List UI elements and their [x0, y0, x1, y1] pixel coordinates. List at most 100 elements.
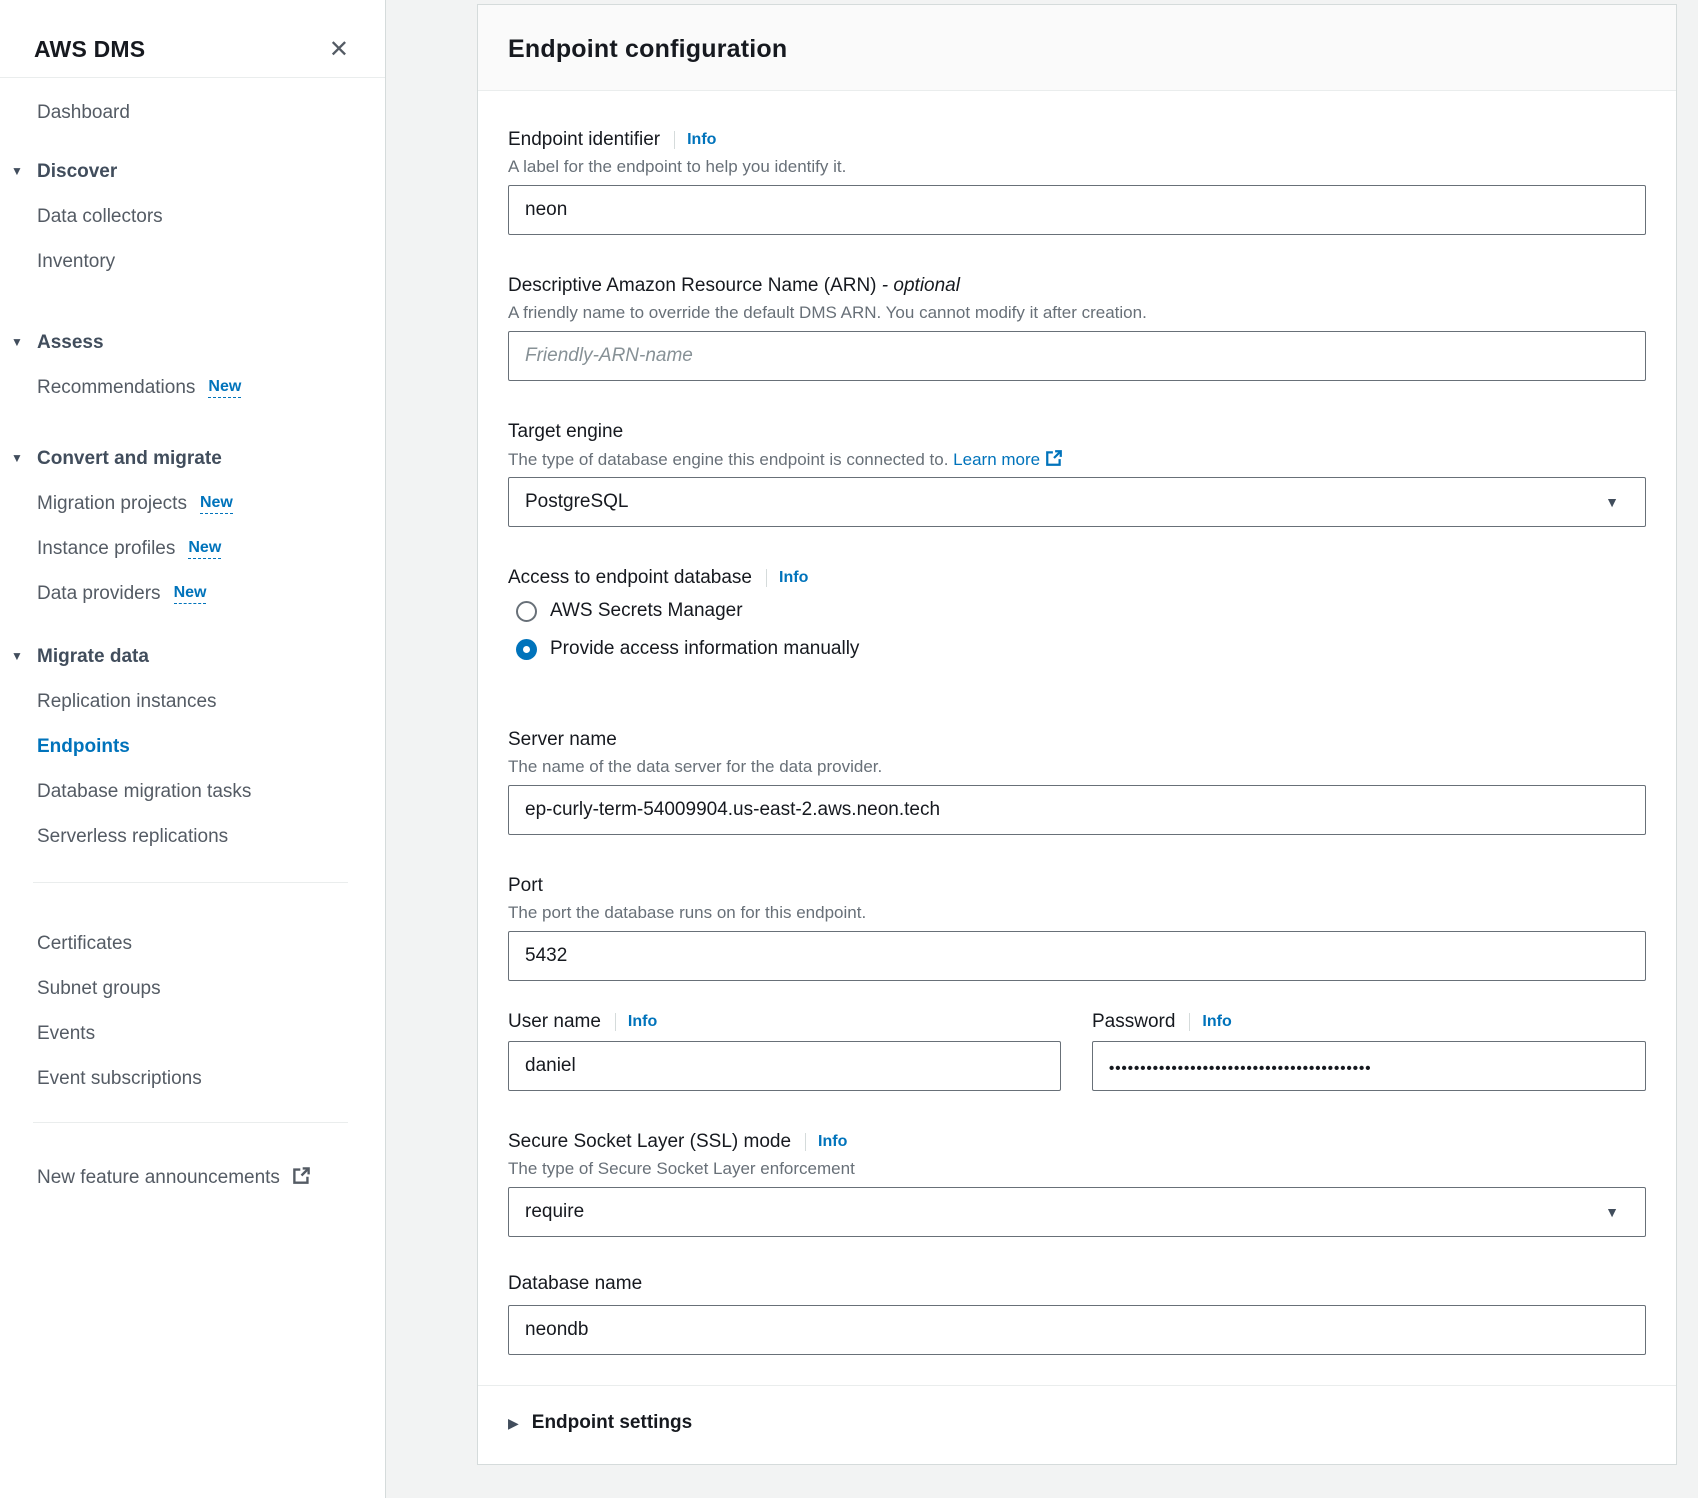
target-engine-label: Target engine [508, 421, 623, 443]
password-label: Password [1092, 1011, 1175, 1033]
target-engine-field: Target engine The type of database engin… [508, 419, 1646, 527]
port-help: The port the database runs on for this e… [508, 903, 1646, 925]
sidebar-item-inventory[interactable]: Inventory [37, 239, 365, 284]
ssl-mode-label: Secure Socket Layer (SSL) mode [508, 1131, 791, 1153]
sidebar-section-discover[interactable]: ▼ Discover [37, 149, 365, 194]
sidebar-section-convert-and-migrate[interactable]: ▼ Convert and migrate [37, 436, 365, 481]
chevron-down-icon: ▼ [11, 649, 37, 663]
server-name-label: Server name [508, 729, 617, 751]
endpoint-identifier-label: Endpoint identifier [508, 129, 660, 151]
sidebar-item-migration-projects[interactable]: Migration projects New [37, 481, 365, 526]
target-engine-select[interactable]: PostgreSQL ▼ [508, 477, 1646, 527]
port-field: Port The port the database runs on for t… [508, 873, 1646, 981]
database-name-label: Database name [508, 1273, 642, 1295]
chevron-down-icon: ▼ [11, 451, 37, 465]
chevron-down-icon: ▼ [1605, 1204, 1619, 1220]
radio-selected-icon[interactable] [516, 639, 537, 660]
sidebar-item-certificates[interactable]: Certificates [37, 921, 365, 966]
ssl-mode-select[interactable]: require ▼ [508, 1187, 1646, 1237]
arn-help: A friendly name to override the default … [508, 303, 1646, 325]
password-input[interactable] [1092, 1041, 1646, 1091]
new-badge[interactable]: New [188, 539, 221, 559]
info-divider [615, 1013, 616, 1031]
new-badge[interactable]: New [174, 584, 207, 604]
ssl-mode-field: Secure Socket Layer (SSL) mode Info The … [508, 1129, 1646, 1237]
sidebar-item-dashboard[interactable]: Dashboard [37, 90, 365, 135]
sidebar-header: AWS DMS ✕ [0, 0, 385, 77]
card-body: Endpoint identifier Info A label for the… [478, 91, 1676, 1355]
page-title: Endpoint configuration [508, 35, 1646, 64]
password-field: Password Info [1092, 1009, 1646, 1091]
arn-label: Descriptive Amazon Resource Name (ARN) -… [508, 275, 960, 297]
password-info-link[interactable]: Info [1202, 1013, 1231, 1031]
main-content: Endpoint configuration Endpoint identifi… [386, 0, 1698, 1498]
credentials-row: User name Info Password Info [508, 1009, 1646, 1091]
chevron-down-icon: ▼ [1605, 494, 1619, 510]
sidebar-nav: Dashboard ▼ Discover Data collectors Inv… [0, 78, 385, 1200]
sidebar-item-event-subscriptions[interactable]: Event subscriptions [37, 1056, 365, 1101]
endpoint-identifier-info-link[interactable]: Info [687, 131, 716, 149]
database-name-input[interactable] [508, 1305, 1646, 1355]
arn-input[interactable] [508, 331, 1646, 381]
learn-more-link[interactable]: Learn more [953, 450, 1040, 469]
external-link-icon [1045, 450, 1063, 469]
close-icon[interactable]: ✕ [329, 38, 349, 62]
user-name-field: User name Info [508, 1009, 1061, 1091]
info-divider [1189, 1013, 1190, 1031]
radio-option-manual[interactable]: Provide access information manually [516, 631, 1646, 667]
ssl-mode-value: require [525, 1201, 584, 1223]
sidebar-section-assess[interactable]: ▼ Assess [37, 320, 365, 365]
sidebar-item-new-feature-announcements[interactable]: New feature announcements [37, 1155, 365, 1200]
endpoint-settings-label: Endpoint settings [532, 1412, 692, 1434]
sidebar-item-recommendations[interactable]: Recommendations New [37, 365, 365, 410]
sidebar-item-instance-profiles[interactable]: Instance profiles New [37, 526, 365, 571]
database-name-field: Database name [508, 1271, 1646, 1355]
new-badge[interactable]: New [208, 378, 241, 398]
sidebar-item-serverless-replications[interactable]: Serverless replications [37, 814, 365, 859]
sidebar-item-replication-instances[interactable]: Replication instances [37, 679, 365, 724]
sidebar-item-data-providers[interactable]: Data providers New [37, 571, 365, 616]
user-name-info-link[interactable]: Info [628, 1013, 657, 1031]
server-name-help: The name of the data server for the data… [508, 757, 1646, 779]
chevron-right-icon: ▶ [508, 1415, 519, 1432]
access-field: Access to endpoint database Info AWS Sec… [508, 565, 1646, 667]
port-label: Port [508, 875, 543, 897]
sidebar-divider [33, 882, 348, 883]
ssl-mode-info-link[interactable]: Info [818, 1133, 847, 1151]
endpoint-identifier-help: A label for the endpoint to help you ide… [508, 157, 1646, 179]
server-name-input[interactable] [508, 785, 1646, 835]
endpoint-settings-expander[interactable]: ▶ Endpoint settings [478, 1385, 1676, 1464]
info-divider [805, 1133, 806, 1151]
sidebar-divider [33, 1122, 348, 1123]
access-info-link[interactable]: Info [779, 569, 808, 587]
sidebar-section-migrate-data[interactable]: ▼ Migrate data [37, 634, 365, 679]
chevron-down-icon: ▼ [11, 335, 37, 349]
target-engine-value: PostgreSQL [525, 491, 629, 513]
info-divider [766, 569, 767, 587]
target-engine-help: The type of database engine this endpoin… [508, 449, 1646, 471]
sidebar-title: AWS DMS [34, 36, 145, 63]
endpoint-configuration-card: Endpoint configuration Endpoint identifi… [477, 4, 1677, 1465]
external-link-icon [292, 1166, 311, 1189]
user-name-input[interactable] [508, 1041, 1061, 1091]
radio-unselected-icon[interactable] [516, 601, 537, 622]
server-name-field: Server name The name of the data server … [508, 727, 1646, 835]
port-input[interactable] [508, 931, 1646, 981]
chevron-down-icon: ▼ [11, 164, 37, 178]
radio-option-secrets-manager[interactable]: AWS Secrets Manager [516, 593, 1646, 629]
card-header: Endpoint configuration [478, 5, 1676, 91]
endpoint-identifier-input[interactable] [508, 185, 1646, 235]
sidebar-item-endpoints[interactable]: Endpoints [37, 724, 365, 769]
sidebar: AWS DMS ✕ Dashboard ▼ Discover Data coll… [0, 0, 386, 1498]
ssl-mode-help: The type of Secure Socket Layer enforcem… [508, 1159, 1646, 1181]
sidebar-item-data-collectors[interactable]: Data collectors [37, 194, 365, 239]
info-divider [674, 131, 675, 149]
access-label: Access to endpoint database [508, 567, 752, 589]
sidebar-item-database-migration-tasks[interactable]: Database migration tasks [37, 769, 365, 814]
user-name-label: User name [508, 1011, 601, 1033]
arn-field: Descriptive Amazon Resource Name (ARN) -… [508, 273, 1646, 381]
new-badge[interactable]: New [200, 494, 233, 514]
sidebar-item-events[interactable]: Events [37, 1011, 365, 1056]
endpoint-identifier-field: Endpoint identifier Info A label for the… [508, 127, 1646, 235]
sidebar-item-subnet-groups[interactable]: Subnet groups [37, 966, 365, 1011]
